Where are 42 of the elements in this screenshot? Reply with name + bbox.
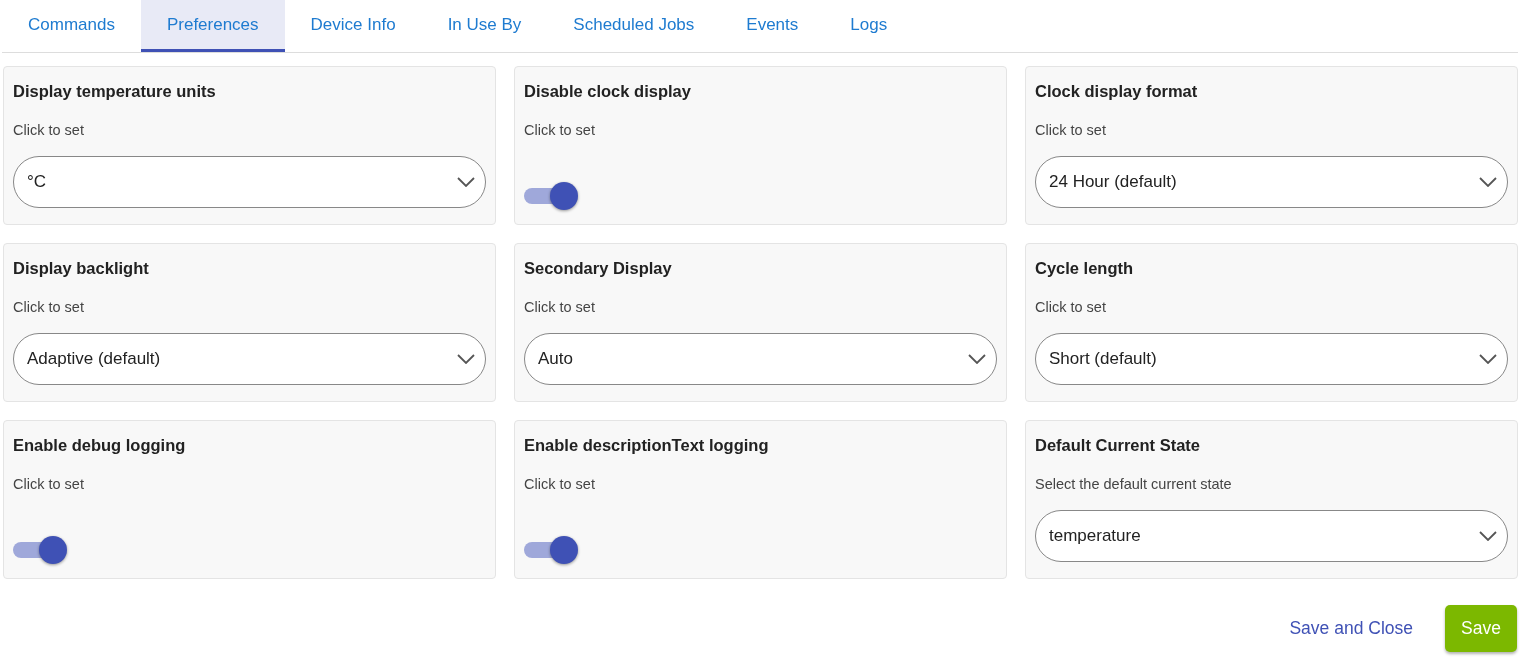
chevron-down-icon bbox=[1479, 176, 1497, 187]
preference-hint: Click to set bbox=[13, 474, 85, 494]
chevron-down-icon bbox=[1479, 530, 1497, 541]
toggle-switch[interactable] bbox=[524, 181, 578, 211]
preference-hint: Click to set bbox=[524, 474, 596, 494]
tab[interactable]: Events bbox=[720, 0, 825, 52]
save-button[interactable]: Save bbox=[1445, 605, 1517, 652]
preference-title: Display backlight bbox=[13, 258, 150, 279]
preference-title: Secondary Display bbox=[524, 258, 673, 279]
tab[interactable]: Commands bbox=[2, 0, 141, 52]
preference-title: Cycle length bbox=[1035, 258, 1135, 279]
tab[interactable]: Logs bbox=[824, 0, 914, 52]
preference-hint: Click to set bbox=[1035, 120, 1107, 140]
preference-hint: Click to set bbox=[1035, 297, 1107, 317]
preference-hint: Select the default current state bbox=[1035, 474, 1233, 494]
preference-hint: Click to set bbox=[13, 120, 85, 140]
preference-title: Default Current State bbox=[1035, 435, 1202, 456]
preference-hint: Click to set bbox=[524, 120, 596, 140]
chevron-down-icon bbox=[457, 176, 475, 187]
preference-title: Disable clock display bbox=[524, 81, 692, 102]
tab[interactable]: Device Info bbox=[284, 0, 422, 52]
dropdown-field[interactable]: 24 Hour (default) bbox=[1035, 155, 1508, 208]
dropdown-field[interactable]: Short (default) bbox=[1035, 332, 1508, 385]
chevron-down-icon bbox=[968, 353, 986, 364]
dropdown-field[interactable]: temperature bbox=[1035, 509, 1508, 562]
tab[interactable]: In Use By bbox=[421, 0, 548, 52]
toggle-switch[interactable] bbox=[13, 535, 67, 565]
chevron-down-icon bbox=[457, 353, 475, 364]
preference-title: Clock display format bbox=[1035, 81, 1199, 102]
preference-hint: Click to set bbox=[524, 297, 596, 317]
preference-title: Enable descriptionText logging bbox=[524, 435, 770, 456]
dropdown-field[interactable]: °C bbox=[13, 155, 486, 208]
toggle-switch[interactable] bbox=[524, 535, 578, 565]
preference-hint: Click to set bbox=[13, 297, 85, 317]
preference-title: Enable debug logging bbox=[13, 435, 187, 456]
tab[interactable]: Scheduled Jobs bbox=[547, 0, 721, 52]
dropdown-field[interactable]: Auto bbox=[524, 332, 997, 385]
save-and-close-link[interactable]: Save and Close bbox=[1283, 614, 1419, 643]
tab[interactable]: Preferences bbox=[140, 0, 285, 52]
preference-title: Display temperature units bbox=[13, 81, 217, 102]
chevron-down-icon bbox=[1479, 353, 1497, 364]
dropdown-field[interactable]: Adaptive (default) bbox=[13, 332, 486, 385]
